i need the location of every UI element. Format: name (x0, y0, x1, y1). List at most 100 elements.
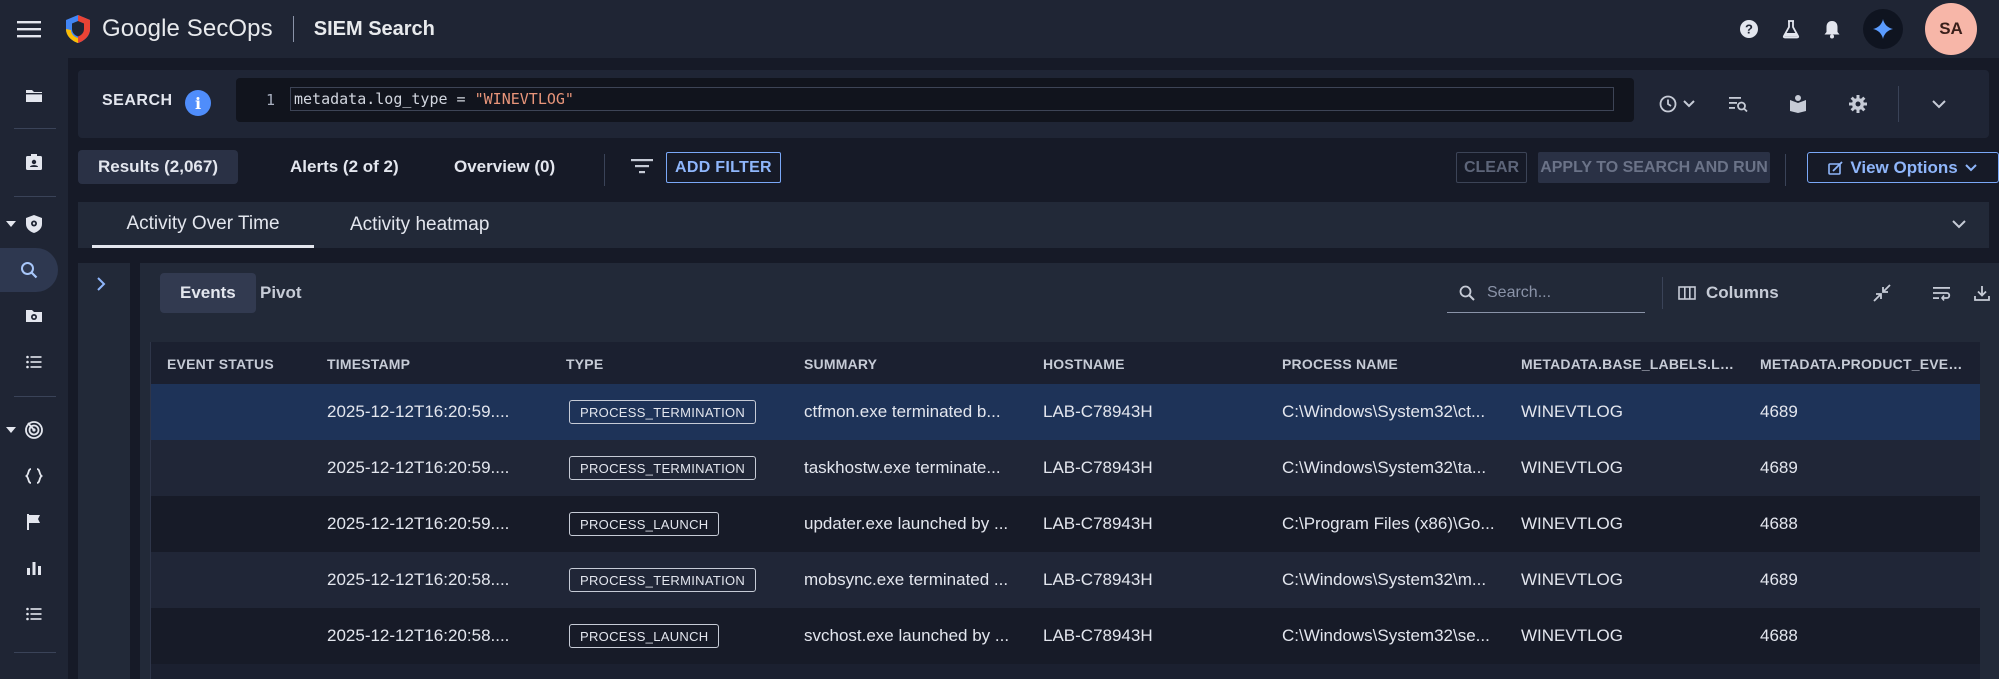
type-badge: PROCESS_TERMINATION (569, 568, 757, 592)
filter-icon[interactable] (630, 156, 654, 176)
chevron-down-icon[interactable] (1951, 214, 1967, 234)
tabs-divider (604, 154, 605, 186)
caret-down-icon (6, 426, 16, 434)
sidebar-item-rules[interactable] (0, 454, 68, 498)
table-row[interactable]: 2025-12-12T16:20:59.... PROCESS_LAUNCH u… (151, 496, 1980, 552)
search-list-icon (1728, 95, 1748, 113)
tab-pivot[interactable]: Pivot (240, 273, 322, 313)
table-row[interactable]: 2025-12-12T16:20:58.... PROCESS_TERMINAT… (151, 552, 1980, 608)
query-value: "WINEVTLOG" (474, 90, 574, 108)
tab-results[interactable]: Results (2,067) (78, 150, 238, 184)
flask-icon[interactable] (1781, 19, 1801, 39)
add-filter-button[interactable]: ADD FILTER (666, 152, 781, 183)
book-icon (1788, 94, 1808, 114)
sidebar-item-investigate[interactable] (0, 294, 68, 338)
query-editor[interactable]: 1 metadata.log_type = "WINEVTLOG" (236, 78, 1634, 122)
nav-divider (14, 196, 56, 197)
cell-base-labels: WINEVTLOG (1521, 626, 1624, 645)
col-header[interactable]: SUMMARY (804, 356, 974, 372)
sidebar-item-dashboards[interactable] (0, 546, 68, 590)
line-number: 1 (266, 91, 276, 109)
columns-button[interactable]: Columns (1678, 273, 1779, 313)
col-header[interactable]: EVENT STATUS (167, 356, 307, 372)
library-button[interactable] (1768, 82, 1828, 126)
cell-hostname: LAB-C78943H (1043, 458, 1153, 477)
list-icon (26, 355, 42, 369)
chevron-down-icon (1931, 99, 1947, 109)
sidebar-item-folder[interactable] (0, 74, 68, 118)
time-range-button[interactable] (1648, 82, 1708, 126)
sidebar-item-detections[interactable] (0, 408, 68, 452)
tab-activity-over-time[interactable]: Activity Over Time (92, 202, 314, 248)
menu-icon (17, 19, 41, 39)
col-header[interactable]: TYPE (566, 356, 736, 372)
nav-divider (14, 396, 56, 397)
tab-alerts[interactable]: Alerts (2 of 2) (270, 150, 419, 184)
view-options-button[interactable]: View Options (1807, 152, 1999, 183)
col-header[interactable]: HOSTNAME (1043, 356, 1213, 372)
columns-label: Columns (1706, 283, 1779, 302)
wrap-text-icon (1932, 285, 1952, 301)
cell-process: C:\Program Files (x86)\Go... (1282, 514, 1495, 533)
sidebar-item-alerts[interactable] (0, 500, 68, 544)
type-badge: PROCESS_LAUNCH (569, 512, 720, 536)
tab-activity-heatmap[interactable]: Activity heatmap (350, 202, 489, 248)
type-badge: PROCESS_TERMINATION (569, 456, 757, 480)
search-actions (1648, 70, 1969, 138)
table-row[interactable]: 2025-12-12T16:20:59.... PROCESS_TERMINAT… (151, 440, 1980, 496)
info-icon[interactable]: i (185, 90, 211, 116)
events-search-input[interactable] (1487, 283, 1637, 302)
download-button[interactable] (1964, 273, 1999, 313)
logo[interactable]: Google SecOps (64, 14, 273, 44)
cell-hostname: LAB-C78943H (1043, 514, 1153, 533)
help-icon[interactable]: ? (1739, 19, 1759, 39)
events-toolbar-divider (1662, 277, 1663, 309)
col-header[interactable]: TIMESTAMP (327, 356, 497, 372)
gemini-button[interactable] (1863, 9, 1903, 49)
expand-search-button[interactable] (1909, 82, 1969, 126)
history-icon (1658, 94, 1698, 114)
table-row[interactable]: 2025-12-12T16:20:59.... PROCESS_TERMINAT… (151, 384, 1980, 440)
search-manager-button[interactable] (1708, 82, 1768, 126)
avatar[interactable]: SA (1925, 3, 1977, 55)
wrap-text-button[interactable] (1924, 273, 1960, 313)
top-bar: Google SecOps SIEM Search ? SA (0, 0, 1999, 58)
caret-down-icon (6, 220, 16, 228)
cell-product-event: 4688 (1760, 626, 1798, 645)
cell-product-event: 4688 (1760, 514, 1798, 533)
collapse-button[interactable] (1864, 273, 1900, 313)
columns-icon (1678, 286, 1696, 300)
clear-button[interactable]: CLEAR (1456, 152, 1527, 183)
search-icon (20, 261, 38, 279)
query-input[interactable]: metadata.log_type = "WINEVTLOG" (290, 87, 1614, 111)
cell-timestamp: 2025-12-12T16:20:59.... (327, 458, 510, 477)
download-icon (1973, 284, 1991, 302)
settings-button[interactable] (1828, 82, 1888, 126)
cell-timestamp: 2025-12-12T16:20:59.... (327, 514, 510, 533)
col-header[interactable]: PROCESS NAME (1282, 356, 1452, 372)
product-title: SIEM Search (313, 17, 435, 40)
cell-summary: updater.exe launched by ... (804, 514, 1009, 533)
sidebar-item-cases[interactable] (0, 140, 68, 184)
cell-timestamp: 2025-12-12T16:20:58.... (327, 570, 510, 589)
sidebar-item-list[interactable] (0, 340, 68, 384)
events-search[interactable] (1447, 273, 1645, 313)
menu-button[interactable] (0, 0, 58, 58)
tab-overview[interactable]: Overview (0) (434, 150, 575, 184)
apply-to-search-button[interactable]: APPLY TO SEARCH AND RUN (1538, 152, 1770, 183)
left-nav (0, 58, 68, 679)
sidebar-item-detection[interactable] (0, 202, 68, 246)
col-header[interactable]: METADATA.BASE_LABELS.LO... (1521, 356, 1741, 372)
sidebar-item-search[interactable] (0, 248, 58, 292)
cell-product-event: 4689 (1760, 402, 1798, 421)
cell-hostname: LAB-C78943H (1043, 402, 1153, 421)
chevron-right-icon (95, 276, 107, 292)
sidebar-item-list-2[interactable] (0, 592, 68, 636)
table-row[interactable]: 2025-12-12T16:20:58.... PROCESS_LAUNCH s… (151, 608, 1980, 664)
cell-hostname: LAB-C78943H (1043, 626, 1153, 645)
side-panel-toggle[interactable] (78, 263, 130, 679)
bar-chart-icon (26, 560, 42, 576)
col-header[interactable]: METADATA.PRODUCT_EVENT... (1760, 356, 1970, 372)
cell-timestamp: 2025-12-12T16:20:58.... (327, 626, 510, 645)
bell-icon[interactable] (1823, 19, 1841, 39)
